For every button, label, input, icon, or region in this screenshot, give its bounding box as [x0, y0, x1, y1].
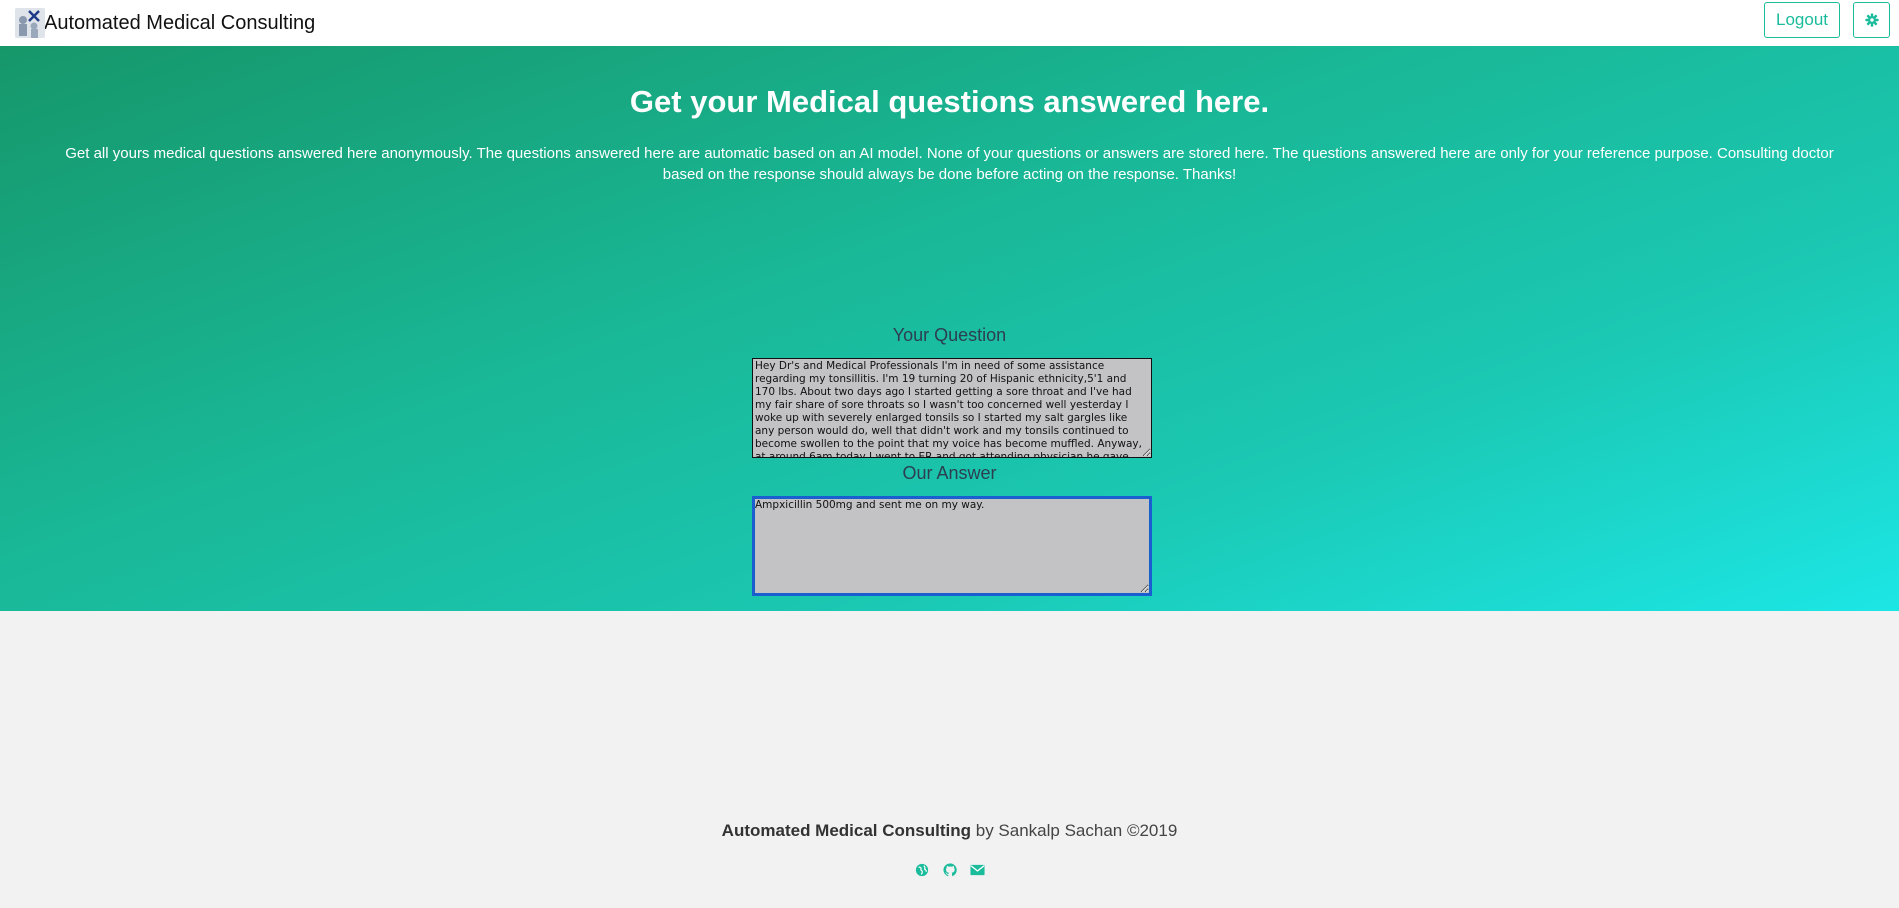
github-icon[interactable]	[942, 862, 958, 878]
logout-button[interactable]: Logout	[1764, 2, 1840, 38]
footer-brand: Automated Medical Consulting	[721, 821, 972, 840]
navbar: Automated Medical Consulting Logout	[0, 0, 1899, 46]
footer-credit: Automated Medical Consulting by Sankalp …	[0, 821, 1899, 841]
question-textarea[interactable]: Hey Dr's and Medical Professionals I'm i…	[752, 358, 1152, 458]
question-label: Your Question	[892, 325, 1007, 345]
hero-description: Get all yours medical questions answered…	[65, 145, 1834, 183]
envelope-icon[interactable]	[970, 862, 986, 878]
page-title: Get your Medical questions answered here…	[629, 84, 1270, 119]
answer-textarea[interactable]: Ampxicillin 500mg and sent me on my way.	[752, 496, 1152, 596]
footer-links	[0, 862, 1899, 878]
footer-credit-text: by Sankalp Sachan ©2019	[971, 821, 1178, 840]
settings-button[interactable]	[1853, 2, 1890, 38]
globe-icon[interactable]	[914, 862, 930, 878]
brand[interactable]: Automated Medical Consulting	[15, 6, 315, 40]
hero-section: Get your Medical questions answered here…	[0, 46, 1899, 611]
answer-label: Our Answer	[902, 463, 997, 483]
gear-icon	[1864, 13, 1879, 27]
logo-icon	[15, 8, 45, 38]
brand-title: Automated Medical Consulting	[44, 11, 316, 34]
